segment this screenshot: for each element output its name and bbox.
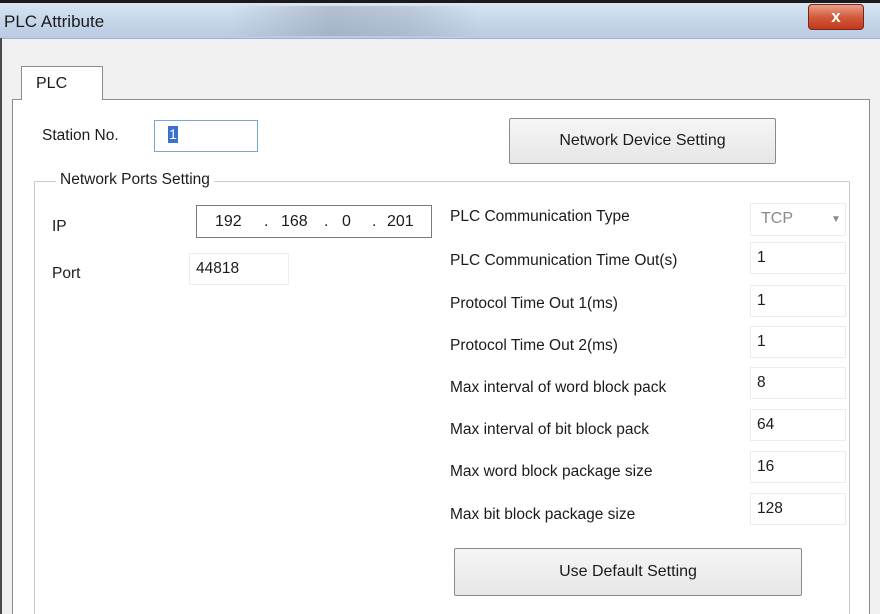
network-device-setting-button[interactable]: Network Device Setting — [509, 118, 776, 164]
ip-octet-3[interactable]: 0 — [342, 213, 351, 231]
max-word-interval-input[interactable]: 8 — [750, 367, 846, 399]
ip-dot: . — [324, 213, 329, 230]
max-word-size-input[interactable]: 16 — [750, 451, 846, 483]
protocol-timeout-2-label: Protocol Time Out 2(ms) — [450, 337, 618, 354]
max-bit-interval-label: Max interval of bit block pack — [450, 421, 650, 438]
station-no-label: Station No. — [42, 127, 119, 144]
window-border — [0, 38, 2, 614]
protocol-timeout-1-label: Protocol Time Out 1(ms) — [450, 295, 618, 312]
tab-plc[interactable]: PLC — [21, 66, 103, 100]
tab-label: PLC — [36, 75, 68, 92]
max-bit-size-label: Max bit block package size — [450, 506, 636, 523]
comm-type-label: PLC Communication Type — [450, 208, 630, 225]
ip-octet-1[interactable]: 192 — [215, 213, 242, 231]
ip-address-input[interactable]: 192 . 168 . 0 . 201 — [196, 205, 432, 238]
ip-octet-2[interactable]: 168 — [281, 213, 308, 231]
port-label: Port — [52, 265, 81, 282]
plc-attribute-dialog: PLC Attribute x PLC Station No. 1 Networ… — [0, 0, 880, 614]
station-no-input[interactable]: 1 — [154, 120, 258, 152]
window-title: PLC Attribute — [4, 12, 105, 31]
ip-dot: . — [264, 213, 269, 230]
network-ports-legend: Network Ports Setting — [56, 171, 214, 189]
title-bar[interactable]: PLC Attribute x — [0, 0, 880, 39]
max-bit-interval-input[interactable]: 64 — [750, 409, 846, 441]
comm-type-select[interactable]: TCP ▼ — [750, 203, 846, 236]
max-word-interval-label: Max interval of word block pack — [450, 379, 667, 396]
chevron-down-icon: ▼ — [831, 214, 841, 225]
protocol-timeout-2-input[interactable]: 1 — [750, 326, 846, 358]
max-bit-size-input[interactable]: 128 — [750, 493, 846, 525]
ip-dot: . — [372, 213, 377, 230]
close-button[interactable]: x — [808, 4, 864, 30]
comm-type-value: TCP — [761, 210, 793, 227]
use-default-setting-button[interactable]: Use Default Setting — [454, 548, 802, 596]
max-word-size-label: Max word block package size — [450, 463, 653, 480]
station-no-value: 1 — [168, 126, 178, 143]
port-input[interactable]: 44818 — [189, 253, 289, 285]
ip-label: IP — [52, 218, 67, 235]
ip-octet-4[interactable]: 201 — [387, 213, 414, 231]
comm-timeout-label: PLC Communication Time Out(s) — [450, 252, 678, 269]
comm-timeout-input[interactable]: 1 — [750, 242, 846, 274]
close-icon: x — [831, 7, 841, 26]
protocol-timeout-1-input[interactable]: 1 — [750, 285, 846, 317]
